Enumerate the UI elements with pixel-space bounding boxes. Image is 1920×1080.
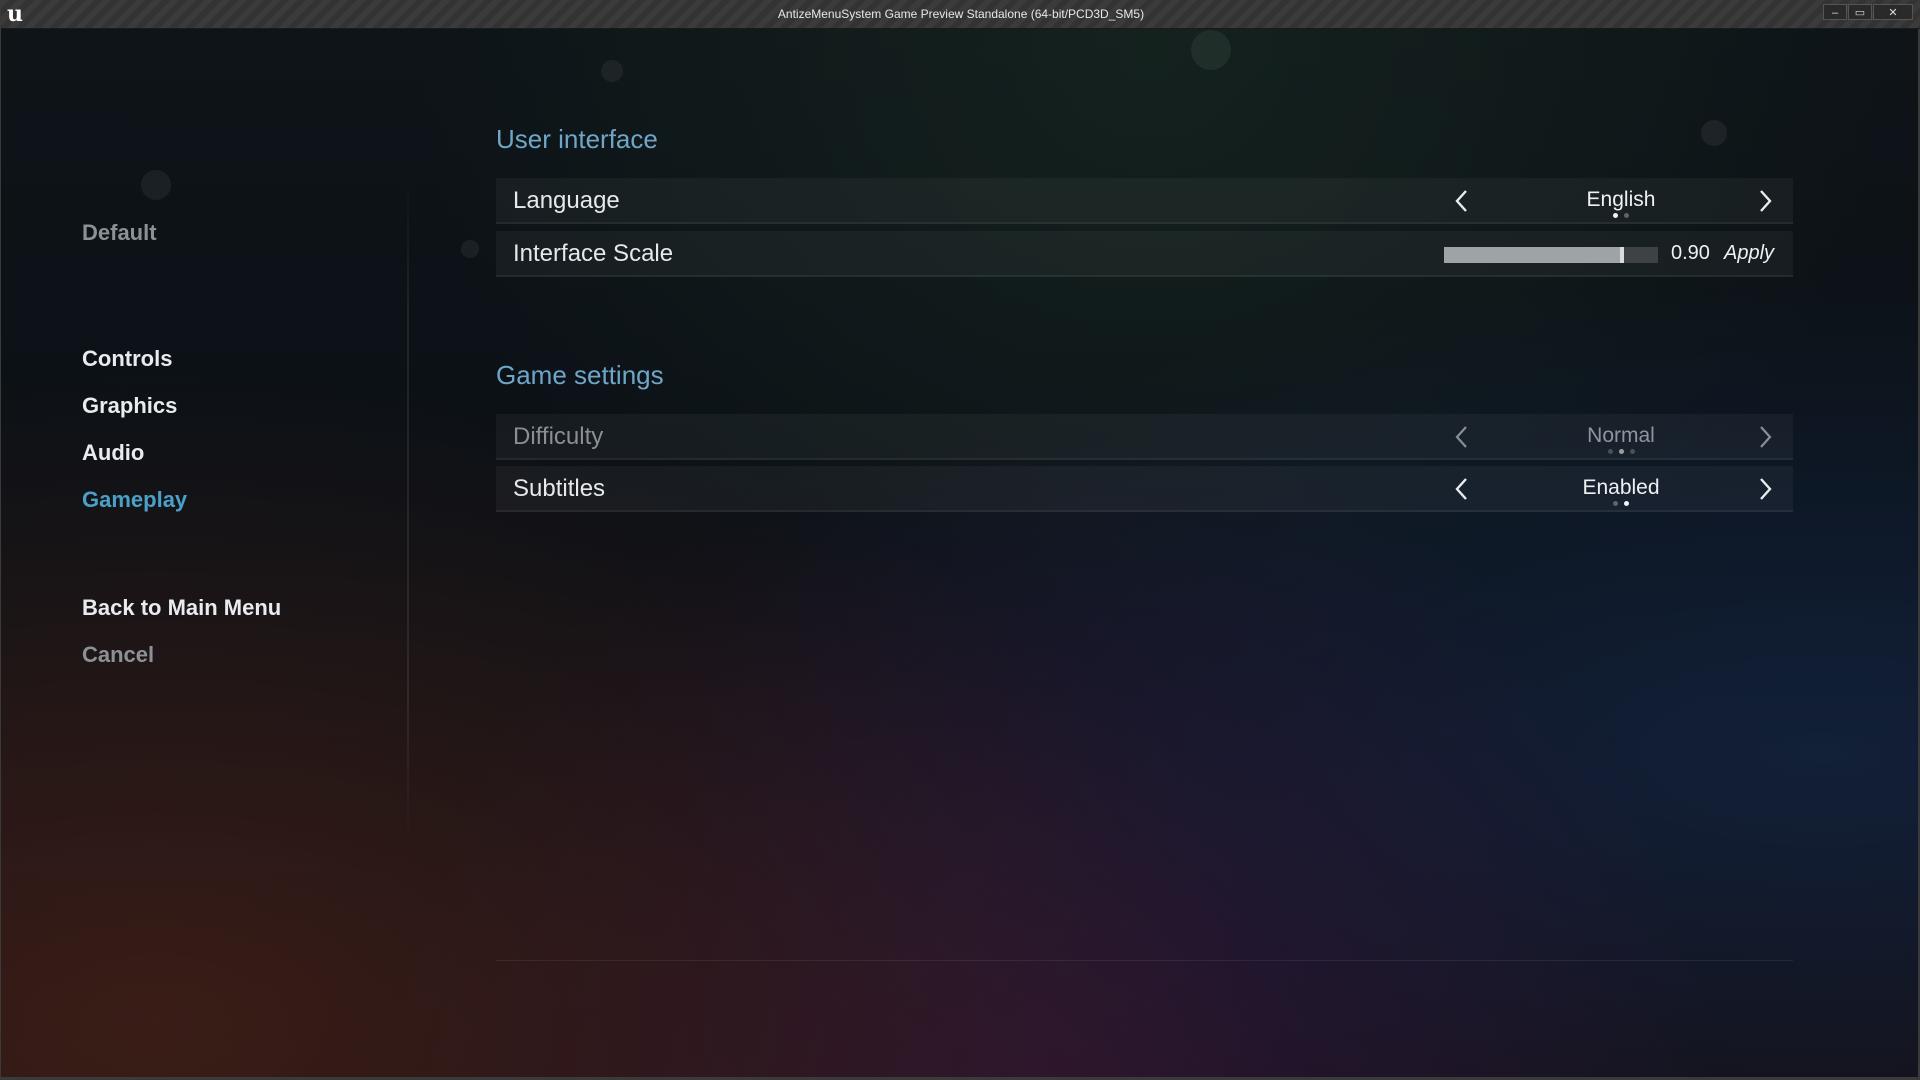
option-dot-selected	[1618, 449, 1624, 454]
window-title: AntizeMenuSystem Game Preview Standalone…	[777, 7, 1145, 21]
language-value: English	[1586, 188, 1656, 211]
option-dot-selected	[1613, 213, 1618, 218]
game-window: u AntizeMenuSystem Game Preview Standalo…	[0, 0, 1920, 1080]
title-bar[interactable]: u AntizeMenuSystem Game Preview Standalo…	[1, 0, 1920, 29]
setting-label: Language	[513, 187, 620, 214]
sidebar-divider	[407, 175, 409, 845]
background-speck	[1191, 30, 1231, 70]
setting-label: Difficulty	[513, 423, 604, 450]
sidebar-item-gameplay[interactable]: Gameplay	[82, 487, 187, 513]
chevron-left-icon	[1449, 423, 1475, 451]
setting-row-language: Language English	[496, 178, 1793, 224]
option-dot	[1607, 449, 1613, 454]
sidebar-item-controls[interactable]: Controls	[82, 346, 172, 372]
chevron-right-icon	[1752, 423, 1778, 451]
setting-label: Subtitles	[513, 475, 606, 502]
section-title-game-settings: Game settings	[496, 360, 664, 390]
option-dot	[1624, 213, 1629, 218]
option-dots	[1496, 213, 1746, 219]
back-to-main-menu-button[interactable]: Back to Main Menu	[82, 595, 281, 621]
background-speck	[1701, 120, 1727, 146]
setting-row-subtitles: Subtitles Enabled	[496, 466, 1793, 512]
background-speck	[601, 60, 623, 82]
subtitles-value: Enabled	[1582, 476, 1660, 499]
slider-fill	[1444, 247, 1622, 263]
option-dots	[1496, 501, 1746, 507]
setting-row-difficulty: Difficulty Normal	[496, 414, 1793, 460]
sidebar-item-audio[interactable]: Audio	[82, 440, 144, 466]
chevron-left-icon[interactable]	[1449, 475, 1475, 503]
chevron-left-icon[interactable]	[1449, 187, 1475, 215]
chevron-right-icon[interactable]	[1752, 475, 1778, 503]
close-button[interactable]: ✕	[1873, 4, 1913, 20]
apply-button[interactable]: Apply	[1724, 242, 1774, 265]
option-dots	[1496, 449, 1746, 455]
cancel-button[interactable]: Cancel	[82, 642, 154, 668]
content-bottom-divider	[496, 960, 1793, 961]
option-dot	[1613, 501, 1618, 506]
background-speck	[141, 170, 171, 200]
sidebar-item-default[interactable]: Default	[82, 220, 157, 246]
slider-handle[interactable]	[1620, 247, 1624, 263]
setting-row-interface-scale: Interface Scale 0.90 Apply	[496, 231, 1793, 277]
difficulty-value: Normal	[1587, 424, 1655, 447]
option-dot	[1629, 449, 1635, 454]
minimize-button[interactable]: –	[1823, 4, 1847, 20]
interface-scale-value: 0.90	[1671, 242, 1710, 264]
background-speck	[461, 240, 479, 258]
option-dot-selected	[1624, 501, 1629, 506]
maximize-button[interactable]: ▭	[1848, 4, 1872, 20]
setting-label: Interface Scale	[513, 240, 674, 267]
section-title-user-interface: User interface	[496, 124, 658, 154]
interface-scale-slider[interactable]	[1444, 247, 1658, 263]
chevron-right-icon[interactable]	[1752, 187, 1778, 215]
sidebar-item-graphics[interactable]: Graphics	[82, 393, 177, 419]
